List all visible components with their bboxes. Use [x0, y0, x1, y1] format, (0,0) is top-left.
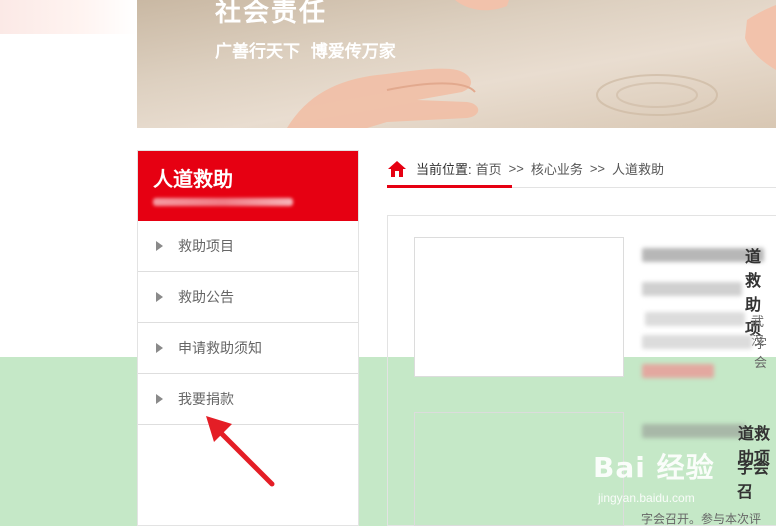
- sidebar-subtitle-blurred: [153, 198, 293, 206]
- article-date-blurred: [642, 364, 714, 378]
- side-hand-shape: [745, 5, 776, 70]
- sidebar-title: 人道救助: [153, 169, 233, 191]
- article-snippet-blurred: [645, 312, 745, 326]
- sidebar-item-relief-notices[interactable]: 救助公告: [138, 272, 358, 323]
- top-hand-shape: [455, 0, 509, 11]
- breadcrumb: 当前位置: 首页 >> 核心业务 >> 人道救助: [387, 150, 776, 188]
- caret-right-icon: [156, 343, 163, 353]
- banner-slogan: 广善行天下 博爱传万家: [215, 42, 396, 61]
- breadcrumb-core-business[interactable]: 核心业务: [531, 159, 583, 178]
- sand-drawing-inner: [616, 82, 698, 108]
- caret-right-icon: [156, 394, 163, 404]
- article-snippet-blurred: [642, 335, 752, 349]
- article-snippet-fragment: 字会: [754, 336, 768, 370]
- sidebar-item-apply-guidelines[interactable]: 申请救助须知: [138, 323, 358, 374]
- sidebar-item-label: 申请救助须知: [178, 340, 262, 356]
- sidebar-item-label: 救助公告: [178, 289, 234, 305]
- watermark-brand: Bai 经验: [593, 451, 715, 484]
- article-title-blurred: [642, 424, 746, 438]
- baidu-jingyan-watermark: Bai 经验 jingyan.baidu.com: [593, 446, 715, 505]
- breadcrumb-separator: >>: [508, 161, 524, 176]
- article-thumbnail[interactable]: [414, 237, 624, 377]
- sand-drawing: [596, 74, 718, 116]
- home-icon[interactable]: [387, 159, 407, 179]
- breadcrumb-current: 人道救助: [612, 162, 665, 177]
- hand-shape: [287, 68, 479, 128]
- sidebar-item-label: 救助项目: [178, 238, 234, 254]
- top-left-blush: [0, 0, 137, 34]
- sidebar-item-label: 我要捐款: [178, 391, 234, 407]
- article-snippet-fragment: 字会召开。参与本次评: [641, 512, 762, 526]
- article-subtitle-blurred: [642, 282, 742, 296]
- breadcrumb-active-underline: [387, 185, 512, 188]
- caret-right-icon: [156, 241, 163, 251]
- article-subtitle-fragment: 字会召: [737, 460, 770, 501]
- breadcrumb-prefix: 当前位置:: [416, 162, 472, 177]
- sidebar-item-relief-projects[interactable]: 救助项目: [138, 221, 358, 272]
- sidebar-header: 人道救助: [138, 151, 358, 221]
- breadcrumb-separator: >>: [589, 161, 606, 176]
- banner: 社会责任 广善行天下 博爱传万家: [137, 0, 776, 128]
- annotation-arrow: [206, 416, 275, 487]
- banner-title: 社会责任: [215, 0, 328, 27]
- breadcrumb-home[interactable]: 首页: [476, 159, 502, 178]
- watermark-url: jingyan.baidu.com: [598, 491, 695, 505]
- caret-right-icon: [156, 292, 163, 302]
